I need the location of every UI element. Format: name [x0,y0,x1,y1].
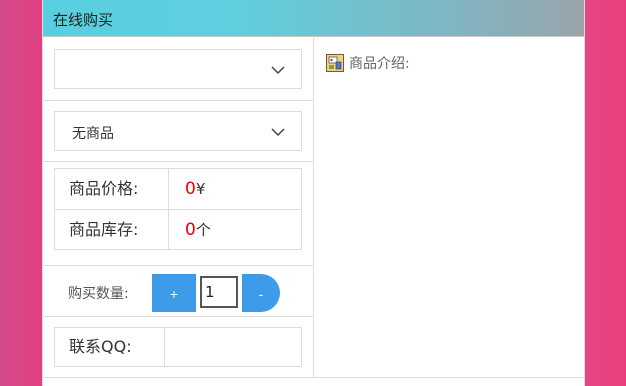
panel-bottom-divider [43,377,584,378]
price-row: 商品价格: 0¥ [55,169,301,210]
contact-qq-label: 联系QQ: [55,328,165,366]
price-value-cell: 0¥ [185,169,205,209]
product-select[interactable]: 无商品 [54,111,302,151]
contact-row: 联系QQ: [43,317,313,378]
product-intro-section: 商品介绍: [314,37,584,378]
price-value: 0 [185,179,196,199]
product-intro-label: 商品介绍: [349,56,410,72]
quantity-input[interactable] [200,276,238,308]
price-stock-row: 商品价格: 0¥ 商品库存: 0个 [43,162,313,266]
increase-quantity-button[interactable]: + [152,274,196,312]
category-select[interactable] [54,49,302,89]
decrease-quantity-button[interactable]: - [242,274,280,312]
category-row [43,37,313,101]
stock-value-cell: 0个 [185,210,211,250]
quantity-row: 购买数量: + - [43,266,313,317]
product-intro-icon [326,54,344,72]
price-label: 商品价格: [55,169,169,209]
product-row: 无商品 [43,101,313,162]
contact-qq-input[interactable] [167,330,301,366]
chevron-down-icon [271,128,285,137]
stock-row: 商品库存: 0个 [55,210,301,250]
stock-unit: 个 [195,221,211,239]
price-unit: ¥ [195,180,206,198]
contact-qq-field: 联系QQ: [54,327,302,367]
panel-header: 在线购买 [43,0,584,37]
stock-value: 0 [185,220,196,240]
purchase-form: 无商品 商品价格: 0¥ 商品库存: 0个 购买数量: + 1 - 联系QQ: [43,37,314,378]
quantity-label: 购买数量: [68,286,129,302]
price-stock-table: 商品价格: 0¥ 商品库存: 0个 [54,168,302,250]
online-purchase-panel: 在线购买 无商品 商品价格: 0¥ 商品库存: 0个 购买数量: + 1 - 联… [42,0,585,386]
chevron-down-icon [271,66,285,75]
product-select-value: 无商品 [72,126,114,142]
panel-title: 在线购买 [53,11,114,29]
stock-label: 商品库存: [55,210,169,250]
